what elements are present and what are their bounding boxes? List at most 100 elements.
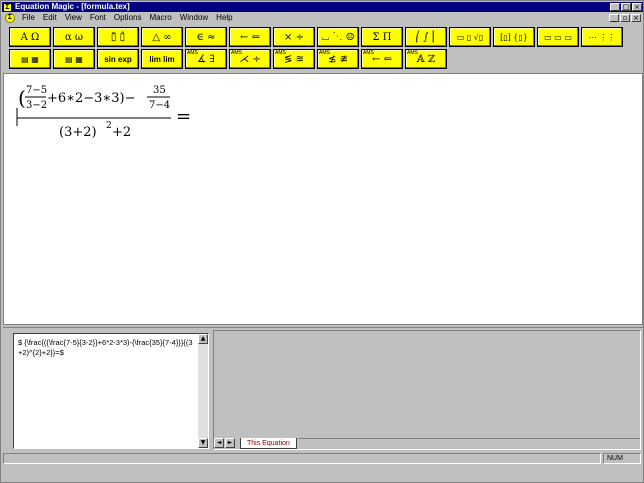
spaces-dots-icon: ⌴ ⋱ ☺ [321,31,355,43]
palette-relations-button[interactable]: ∈ ≈ [185,27,227,47]
palette-arrays-button[interactable]: ▤ ▦ [9,49,51,69]
menu-file[interactable]: File [18,12,39,24]
accents-icon: ▯̃ ▯̂ [110,31,126,43]
ams-label: AMS [187,50,198,56]
menu-help[interactable]: Help [212,12,236,24]
palette-accents-button[interactable]: ▯̃ ▯̂ [97,27,139,47]
triangle-infinity-icon: △ ∞ [152,31,172,43]
palette-brackets-button[interactable]: [▯] {▯} [493,27,535,47]
integral-delims-icon: ⎛ ∫ ⎜ [415,31,437,43]
document-sigma-icon[interactable]: Σ [5,13,15,23]
palette-greek-lower-button[interactable]: α ω [53,27,95,47]
blackboard-font-icon: 𝔸 ℤ [416,53,436,65]
palette-arrows-button[interactable]: ← ⇐ [229,27,271,47]
ams-label: AMS [231,50,242,56]
menu-window[interactable]: Window [176,12,212,24]
ams-binary-icon: ⋌ ÷ [239,53,261,65]
inner-fraction-numerator: 7−5 [26,85,47,96]
doc-close-button[interactable]: × [631,14,641,22]
palette-ams-fonts-button[interactable]: AMS 𝔸 ℤ [405,49,447,69]
palette-fractions-roots-button[interactable]: ▭ ▯ √▯ [449,27,491,47]
latex-source-pane[interactable]: $ {\frac{({\frac{7-5}{3-2}}+6*2-3*3)-{\f… [13,333,209,449]
ams-negated-icon: ≴ ≇ [328,53,348,65]
menu-edit[interactable]: Edit [39,12,61,24]
tab-divider [297,437,640,439]
doc-minimize-button[interactable]: _ [609,14,619,22]
palette-stacks-button[interactable]: ▤ ▦ [53,49,95,69]
ams-label: AMS [275,50,286,56]
maximize-button[interactable]: □ [621,3,631,11]
scroll-up-icon[interactable]: ▲ [198,334,208,344]
palette-ams-arrows-button[interactable]: AMS ← ⇐ [361,49,403,69]
palette-matrices-button[interactable]: ⋯ ⋮⋮ [581,27,623,47]
doc-restore-button[interactable]: ▫ [620,14,630,22]
preview-pane[interactable]: ◄ ► This Equation [213,330,641,450]
tab-prev-icon[interactable]: ◄ [214,438,224,448]
preview-tab-bar: ◄ ► This Equation [214,437,640,449]
inner-fraction-denominator: 3−2 [26,100,47,111]
palette-ams-negated-button[interactable]: AMS ≴ ≇ [317,49,359,69]
equation-render: ( 7−5 3−2 +6∗2−3∗3)− 35 7−4 (3+2) 2 +2 = [16,85,191,140]
window-title: Equation Magic - [formula.tex] [15,2,130,11]
limits-icon: lim lim [149,54,175,64]
palette-boxes-button[interactable]: ▭ ▭ ▭ [537,27,579,47]
menu-font[interactable]: Font [86,12,110,24]
menu-macro[interactable]: Macro [145,12,175,24]
tab-next-icon[interactable]: ► [225,438,235,448]
ams-label: AMS [407,50,418,56]
palette-ams-binary-button[interactable]: AMS ⋌ ÷ [229,49,271,69]
symbol-toolbar-bottom: ▤ ▦ ▤ ▦ sin exp lim lim AMS ∡ ∃ AMS ⋌ ÷ AM… [9,49,447,69]
menu-bar: Σ File Edit View Font Options Macro Wind… [2,12,643,24]
times-divide-icon: × ÷ [284,31,304,43]
symbol-toolbar-top: A Ω α ω ▯̃ ▯̂ △ ∞ ∈ ≈ ← ⇐ × ÷ ⌴ ⋱ ☺ Σ Π … [9,27,623,47]
denominator-tail: +2 [112,125,131,140]
boxes-icon: ▭ ▭ ▭ [544,32,572,42]
latex-source-text[interactable]: $ {\frac{({\frac{7-5}{3-2}}+6*2-3*3)-{\f… [18,338,194,358]
matrix-dots-icon: ⋯ ⋮⋮ [588,32,616,42]
palette-misc-symbols-button[interactable]: △ ∞ [141,27,183,47]
ams-label: AMS [363,50,374,56]
stack-icon: ▤ ▦ [65,54,83,64]
fraction-root-icon: ▭ ▯ √▯ [456,32,484,42]
open-paren: ( [18,86,26,110]
palette-big-operators-button[interactable]: Σ Π [361,27,403,47]
palette-ams-relations-button[interactable]: AMS ≶ ≊ [273,49,315,69]
ams-arrows-icon: ← ⇐ [372,53,392,65]
equation-canvas[interactable]: ( 7−5 3−2 +6∗2−3∗3)− 35 7−4 (3+2) 2 +2 = [3,73,643,325]
functions-icon: sin exp [104,54,132,64]
status-bar: NUM [3,453,643,465]
app-window: Σ Equation Magic - [formula.tex] _ □ × Σ… [0,0,644,483]
menu-view[interactable]: View [61,12,86,24]
denominator-exponent: 2 [106,121,112,131]
status-message [3,453,601,464]
greek-lower-icon: α ω [64,31,84,43]
tab-this-equation[interactable]: This Equation [240,437,297,449]
palette-integrals-delims-button[interactable]: ⎛ ∫ ⎜ [405,27,447,47]
palette-limits-button[interactable]: lim lim [141,49,183,69]
status-num-indicator: NUM [603,453,641,464]
palette-greek-upper-button[interactable]: A Ω [9,27,51,47]
middle-terms: +6∗2−3∗3)− [47,91,136,106]
palette-ams-misc-button[interactable]: AMS ∡ ∃ [185,49,227,69]
scroll-down-icon[interactable]: ▼ [198,438,208,448]
source-vertical-scrollbar[interactable]: ▲ ▼ [198,334,208,448]
palette-functions-button[interactable]: sin exp [97,49,139,69]
main-denominator: (3+2) [59,125,97,140]
greek-upper-icon: A Ω [20,31,40,43]
second-fraction-numerator: 35 [153,85,166,96]
angle-exists-icon: ∡ ∃ [197,53,215,65]
equals-sign: = [176,106,191,127]
close-button[interactable]: × [632,3,642,11]
palette-spaces-dots-button[interactable]: ⌴ ⋱ ☺ [317,27,359,47]
array-icon: ▤ ▦ [21,54,39,64]
ams-relations-icon: ≶ ≊ [284,53,304,65]
minimize-button[interactable]: _ [610,3,620,11]
brackets-icon: [▯] {▯} [500,32,528,42]
sum-product-icon: Σ Π [372,31,392,43]
app-logo-icon[interactable]: Σ [3,2,12,12]
bottom-panel: $ {\frac{({\frac{7-5}{3-2}}+6*2-3*3)-{\f… [3,327,643,451]
menu-options[interactable]: Options [110,12,146,24]
palette-operators-button[interactable]: × ÷ [273,27,315,47]
title-bar[interactable]: Σ Equation Magic - [formula.tex] _ □ × [2,2,643,12]
second-fraction-denominator: 7−4 [149,100,170,111]
